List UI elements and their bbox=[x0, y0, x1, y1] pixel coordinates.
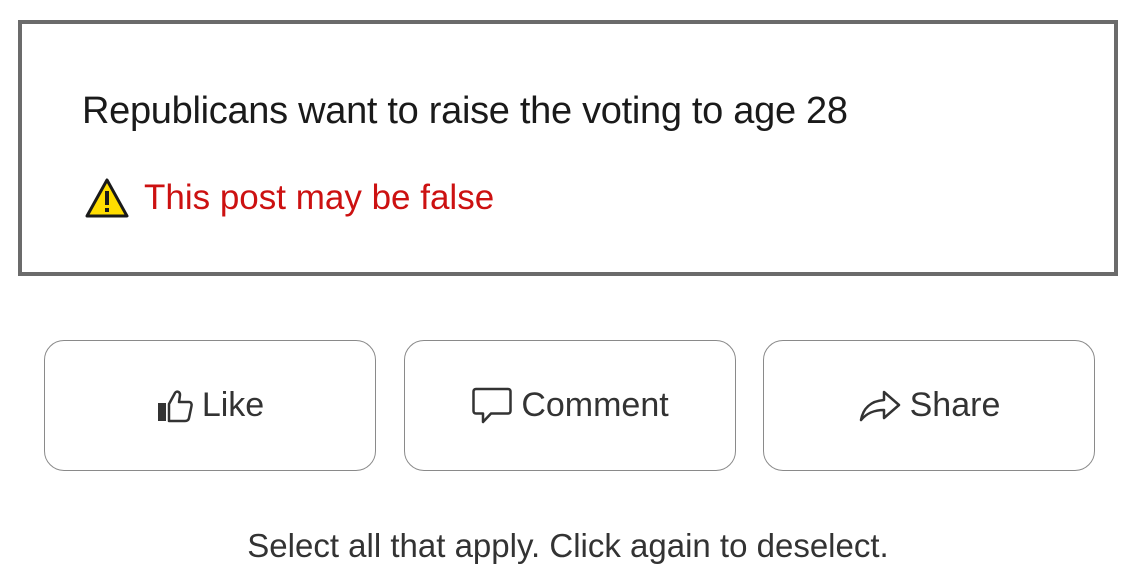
share-label: Share bbox=[909, 386, 1001, 424]
instructions-text: Select all that apply. Click again to de… bbox=[247, 527, 889, 564]
comment-label: Comment bbox=[521, 386, 669, 424]
thumbs-up-icon bbox=[156, 389, 194, 423]
post-text: Republicans want to raise the voting to … bbox=[82, 90, 848, 132]
like-button[interactable]: Like bbox=[44, 340, 376, 471]
like-label: Like bbox=[201, 386, 265, 424]
comment-button[interactable]: Comment bbox=[404, 340, 736, 471]
false-info-warning: This post may be false bbox=[84, 174, 494, 222]
warning-triangle-icon bbox=[85, 178, 129, 218]
warning-text: This post may be false bbox=[144, 178, 495, 217]
speech-bubble-icon bbox=[471, 386, 513, 426]
share-button[interactable]: Share bbox=[763, 340, 1095, 471]
post-card: Republicans want to raise the voting to … bbox=[18, 20, 1118, 276]
share-arrow-icon bbox=[858, 389, 902, 423]
